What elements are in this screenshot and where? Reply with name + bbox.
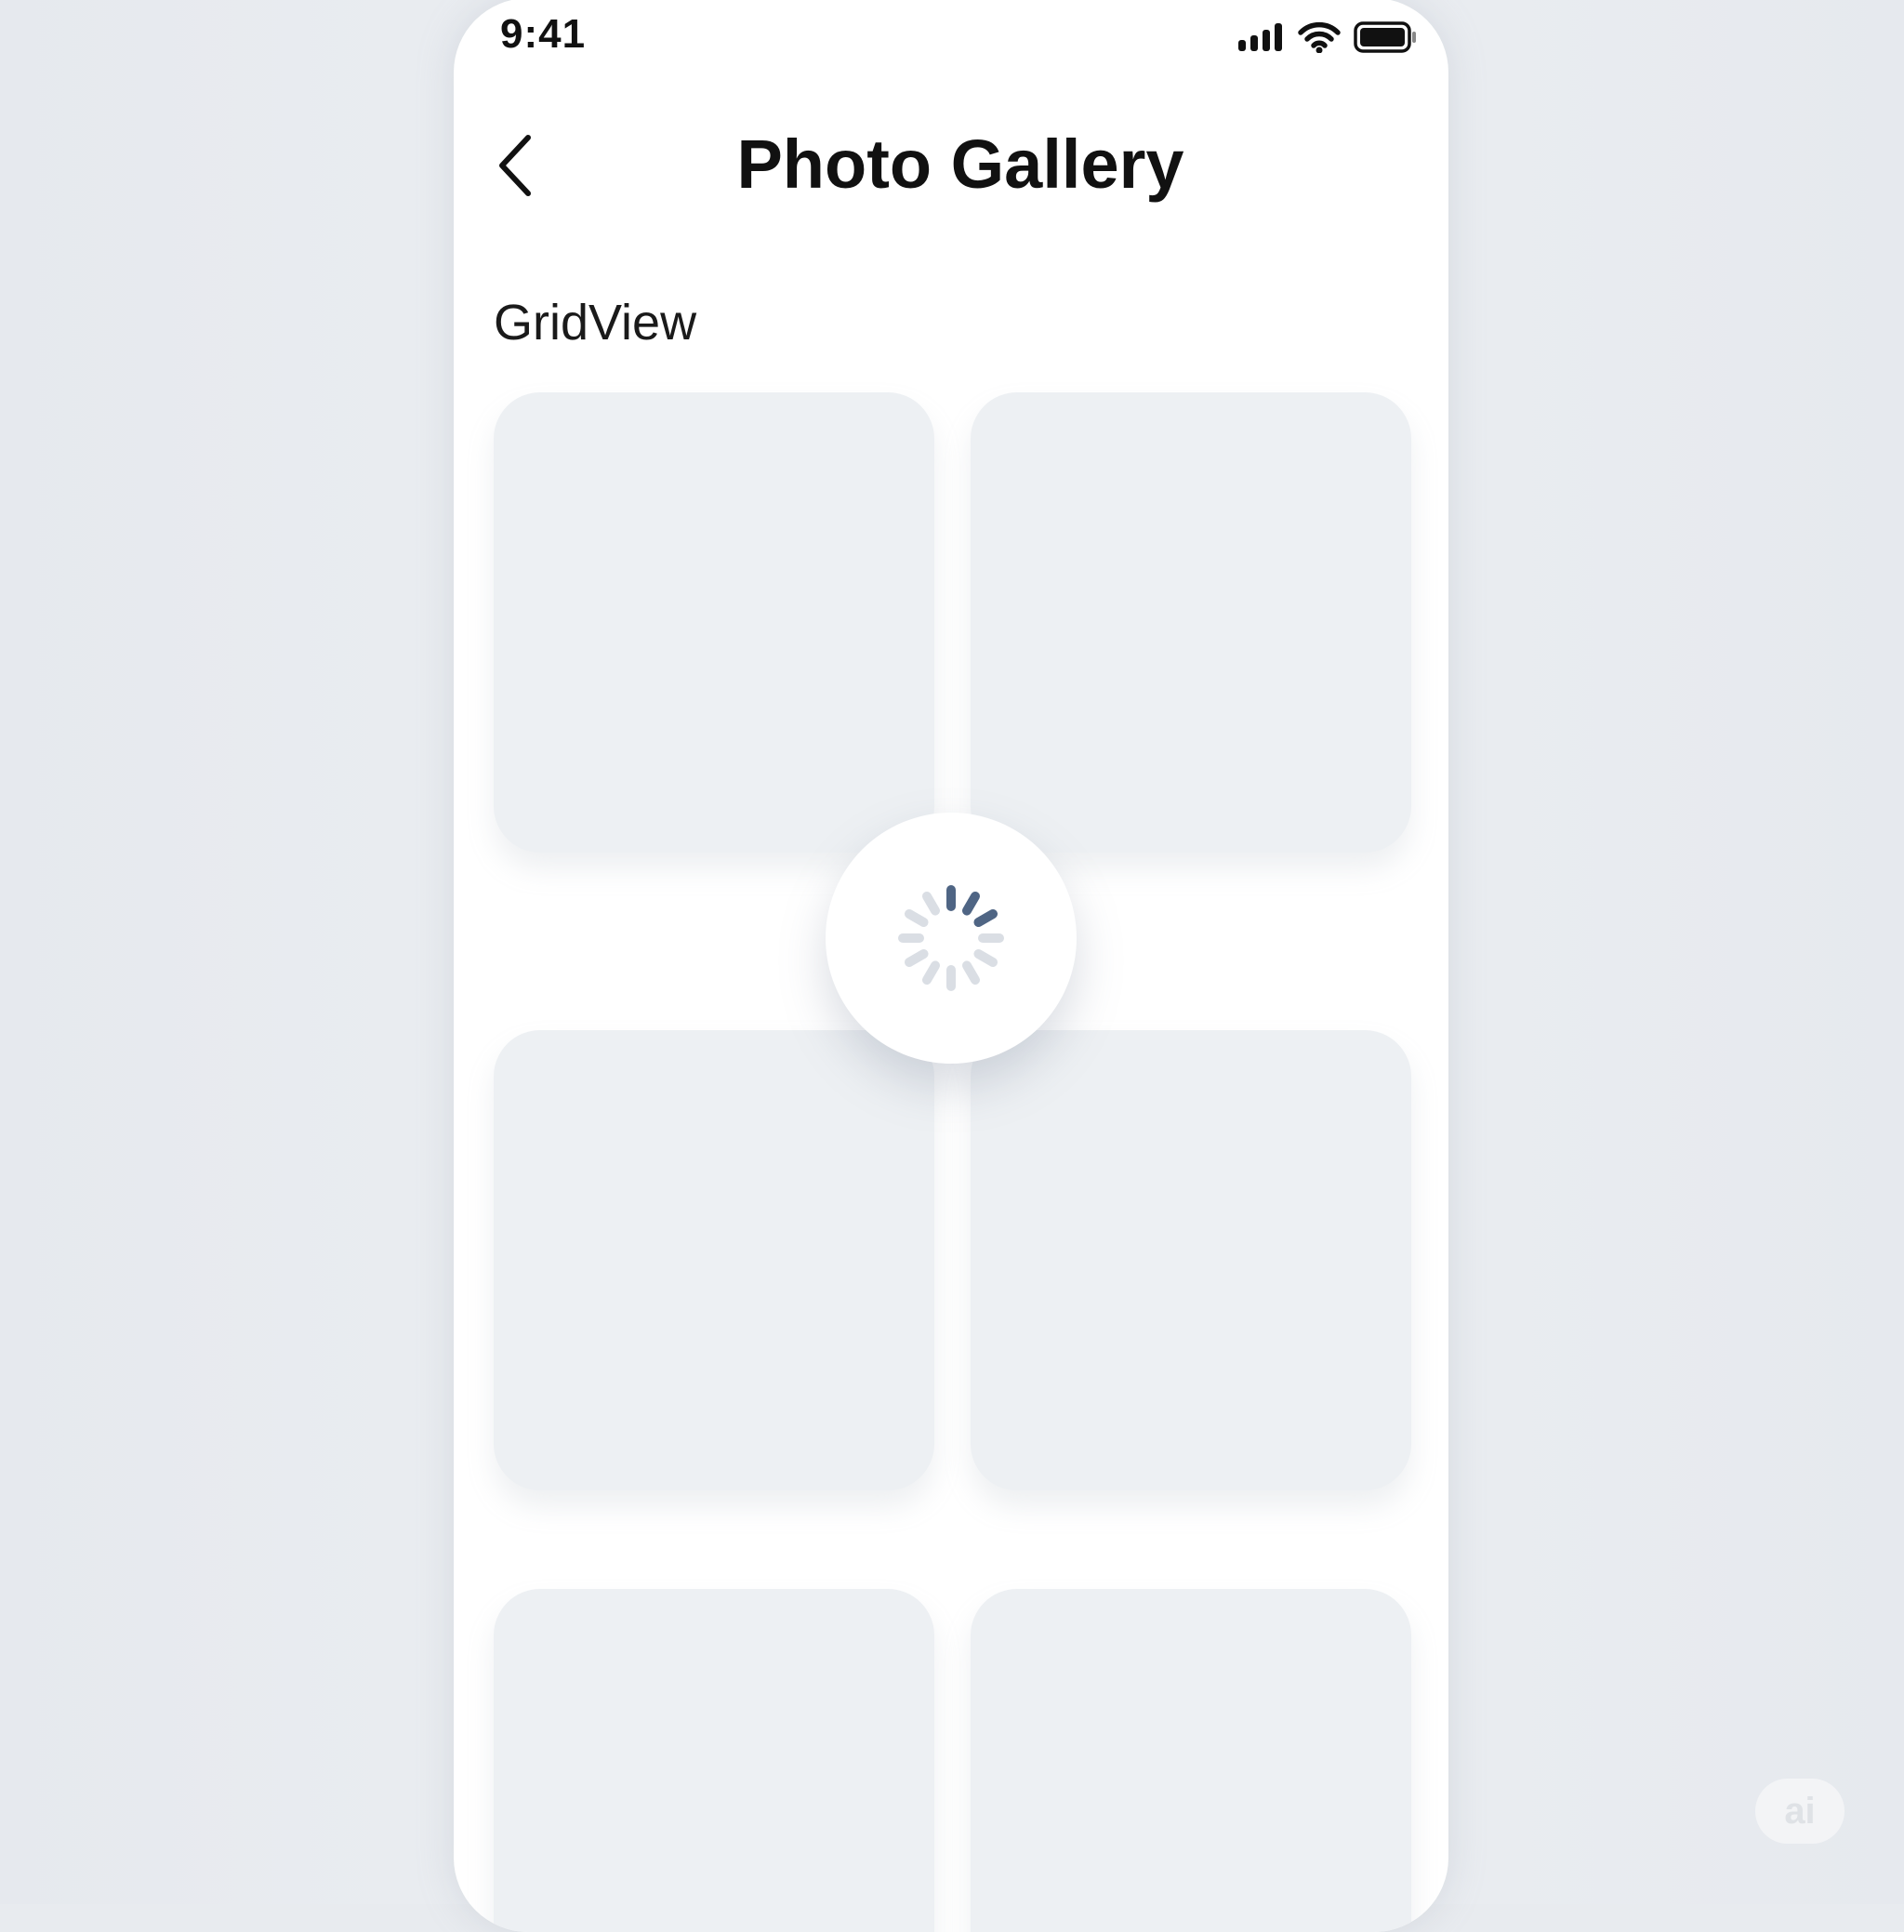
photo-tile-placeholder[interactable] <box>971 392 1411 853</box>
ai-watermark-badge: ai <box>1755 1779 1844 1844</box>
status-time: 9:41 <box>500 11 587 57</box>
photo-tile-placeholder[interactable] <box>494 1589 934 1932</box>
spinner-spoke <box>922 891 940 916</box>
spinner-spoke <box>962 891 980 916</box>
battery-icon <box>1354 21 1416 53</box>
page-title: Photo Gallery <box>736 126 1184 203</box>
cellular-signal-icon <box>1238 23 1282 51</box>
spinner-spoke <box>962 960 980 986</box>
spinner-spoke <box>904 949 929 967</box>
spinner-spoke <box>922 960 940 986</box>
photo-tile-placeholder[interactable] <box>494 1030 934 1490</box>
photo-tile-placeholder[interactable] <box>494 392 934 853</box>
spinner-spoke <box>973 949 998 967</box>
phone-screen: 9:41 Photo Gallery GridView <box>454 0 1448 1932</box>
status-icons <box>1238 19 1417 56</box>
section-label: GridView <box>494 295 697 351</box>
photo-tile-placeholder[interactable] <box>971 1589 1411 1932</box>
loading-indicator <box>826 813 1077 1064</box>
spinner-icon <box>898 885 1004 991</box>
photo-tile-placeholder[interactable] <box>971 1030 1411 1490</box>
spinner-spoke <box>904 909 929 927</box>
wifi-icon <box>1298 21 1341 53</box>
spinner-spoke <box>973 909 998 927</box>
